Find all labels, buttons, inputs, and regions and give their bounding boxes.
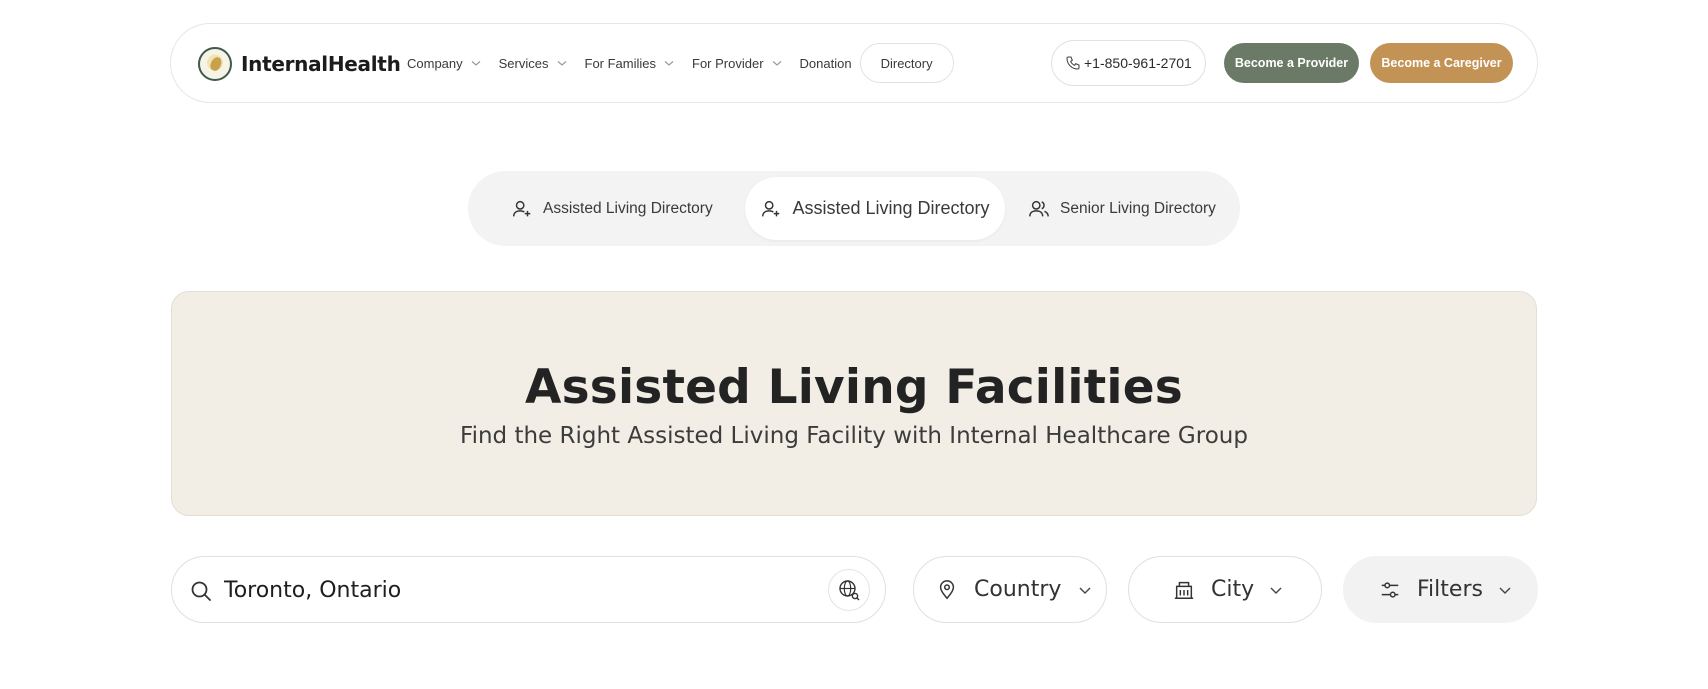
directory-tabs: Assisted Living Directory Assisted Livin…	[468, 171, 1240, 246]
nav-directory-button[interactable]: Directory	[859, 43, 954, 83]
building-icon	[1174, 581, 1194, 599]
nav-label: For Provider	[692, 55, 764, 71]
phone-link[interactable]: +1-850-961-2701	[1051, 40, 1206, 86]
city-label: City	[1211, 577, 1255, 602]
user-plus-icon	[513, 200, 531, 216]
globe-search-icon	[839, 580, 860, 601]
nav-label: Services	[498, 55, 549, 71]
tab-label: Senior Living Directory	[1060, 199, 1216, 217]
become-caregiver-button[interactable]: Become a Caregiver	[1370, 43, 1513, 83]
tab-assisted-living-directory-active[interactable]: Assisted Living Directory	[745, 177, 1005, 240]
users-icon	[1029, 200, 1049, 216]
tab-label: Assisted Living Directory	[543, 199, 713, 217]
chevron-down-icon	[1270, 587, 1282, 594]
phone-icon	[1066, 56, 1080, 70]
country-label: Country	[974, 577, 1062, 602]
page-subtitle: Find the Right Assisted Living Facility …	[460, 423, 1248, 449]
hero-banner: Assisted Living Facilities Find the Righ…	[171, 291, 1537, 516]
location-search-bar	[171, 556, 886, 623]
chevron-down-icon	[1079, 587, 1091, 594]
tab-label: Assisted Living Directory	[792, 198, 990, 218]
locate-button[interactable]	[828, 569, 870, 611]
sliders-icon	[1381, 581, 1399, 598]
logo[interactable]: InternalHealth	[198, 47, 401, 81]
chevron-down-icon	[664, 61, 674, 66]
logo-text: InternalHealth	[241, 52, 401, 76]
search-input[interactable]	[224, 569, 784, 611]
logo-emblem-icon	[198, 47, 232, 81]
chevron-down-icon	[557, 61, 566, 66]
chevron-down-icon	[1499, 587, 1511, 594]
chevron-down-icon	[471, 61, 481, 66]
nav-label: For Families	[584, 55, 657, 71]
map-pin-icon	[939, 579, 955, 599]
nav-for-provider[interactable]: For Provider	[692, 56, 783, 71]
nav-services[interactable]: Services	[499, 56, 568, 71]
nav-company[interactable]: Company	[407, 56, 482, 71]
search-icon	[191, 581, 211, 601]
tab-assisted-living-directory[interactable]: Assisted Living Directory	[511, 177, 713, 240]
phone-number: +1-850-961-2701	[1084, 55, 1192, 71]
become-provider-button[interactable]: Become a Provider	[1224, 43, 1359, 83]
filters-button[interactable]: Filters	[1343, 556, 1538, 623]
nav-label: Donation	[799, 55, 852, 71]
nav-for-families[interactable]: For Families	[585, 56, 676, 71]
tab-senior-living-directory[interactable]: Senior Living Directory	[1028, 177, 1216, 240]
country-select[interactable]: Country	[913, 556, 1107, 623]
city-select[interactable]: City	[1128, 556, 1322, 623]
top-navigation-bar: InternalHealth Company Services For Fami…	[170, 23, 1538, 103]
main-nav: Company Services For Families For Provid…	[407, 24, 954, 102]
nav-donation[interactable]: Donation	[800, 56, 852, 71]
chevron-down-icon	[772, 61, 781, 66]
page-title: Assisted Living Facilities	[525, 360, 1183, 415]
filters-label: Filters	[1417, 577, 1483, 602]
nav-label: Company	[407, 55, 463, 71]
user-plus-icon	[762, 200, 780, 216]
